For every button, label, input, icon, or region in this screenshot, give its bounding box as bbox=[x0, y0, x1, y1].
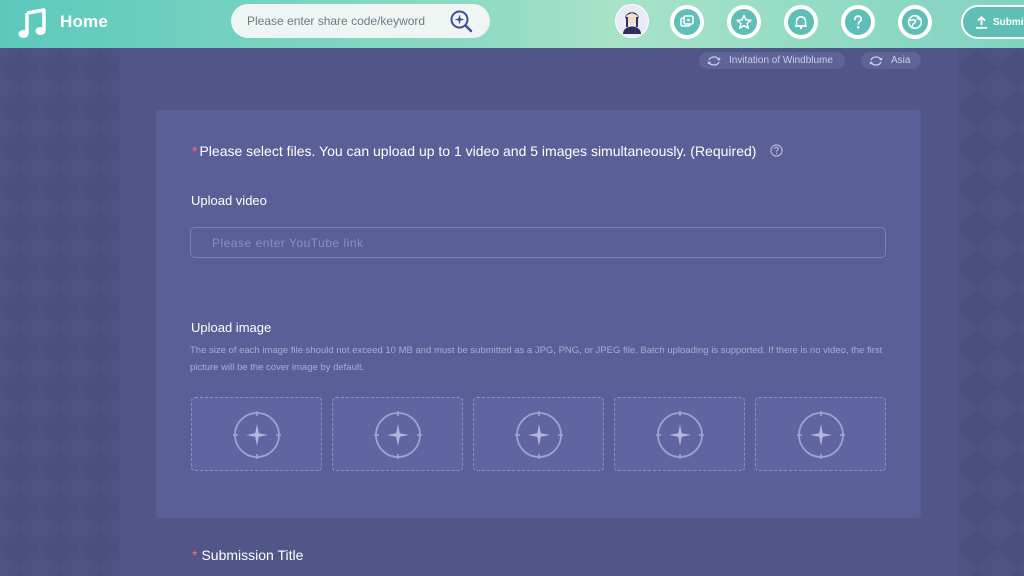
search-icon[interactable] bbox=[449, 9, 473, 33]
upload-card: * Please select files. You can upload up … bbox=[156, 110, 921, 518]
required-asterisk: * bbox=[192, 143, 198, 159]
favorites-button[interactable] bbox=[727, 5, 761, 39]
add-image-icon bbox=[515, 411, 563, 459]
screenshot-icon bbox=[680, 15, 694, 27]
image-upload-slot[interactable] bbox=[473, 397, 604, 471]
add-image-icon bbox=[797, 411, 845, 459]
question-circle-icon[interactable] bbox=[770, 144, 783, 157]
event-tag-label: Invitation of Windblume bbox=[729, 55, 833, 66]
files-section-title: * Please select files. You can upload up … bbox=[192, 143, 756, 159]
add-image-icon bbox=[374, 411, 422, 459]
image-upload-slot[interactable] bbox=[755, 397, 886, 471]
question-mark-icon bbox=[853, 15, 863, 29]
upload-image-label: Upload image bbox=[191, 320, 272, 335]
background-pattern-left bbox=[0, 48, 120, 576]
image-upload-hint: The size of each image file should not e… bbox=[190, 345, 883, 373]
user-avatar[interactable] bbox=[615, 4, 649, 38]
screenshot-button[interactable] bbox=[670, 5, 704, 39]
top-nav-bar: Home Please enter share code/keyword Sub… bbox=[0, 0, 1024, 48]
star-icon bbox=[736, 14, 752, 29]
youtube-link-input[interactable] bbox=[190, 227, 886, 258]
music-note-logo-icon[interactable] bbox=[16, 7, 50, 41]
bell-icon bbox=[795, 15, 807, 30]
files-section-title-text: Please select files. You can upload up t… bbox=[199, 143, 757, 159]
search-input[interactable] bbox=[247, 12, 437, 30]
swap-arrows-icon bbox=[707, 55, 721, 66]
background-pattern-right bbox=[958, 48, 1024, 576]
image-upload-slot[interactable] bbox=[191, 397, 322, 471]
search-bar bbox=[231, 4, 490, 38]
image-upload-slot[interactable] bbox=[614, 397, 745, 471]
notifications-button[interactable] bbox=[784, 5, 818, 39]
add-image-icon bbox=[233, 411, 281, 459]
language-button[interactable] bbox=[898, 5, 932, 39]
region-tag[interactable]: Asia bbox=[861, 52, 921, 69]
region-tag-label: Asia bbox=[891, 55, 911, 66]
event-tag[interactable]: Invitation of Windblume bbox=[699, 52, 845, 69]
help-button[interactable] bbox=[841, 5, 875, 39]
upload-video-label: Upload video bbox=[191, 193, 267, 208]
submit-label: Submit bbox=[993, 16, 1024, 28]
image-upload-slot[interactable] bbox=[332, 397, 463, 471]
submission-title-label: * Submission Title bbox=[192, 547, 303, 563]
home-link[interactable]: Home bbox=[60, 12, 108, 32]
globe-icon bbox=[907, 14, 923, 30]
submission-title-text: Submission Title bbox=[201, 547, 304, 563]
swap-arrows-icon bbox=[869, 55, 883, 66]
avatar-image bbox=[616, 5, 648, 37]
add-image-icon bbox=[656, 411, 704, 459]
submit-button[interactable]: Submit bbox=[961, 5, 1024, 39]
upload-icon bbox=[976, 15, 987, 29]
required-asterisk: * bbox=[192, 547, 198, 563]
